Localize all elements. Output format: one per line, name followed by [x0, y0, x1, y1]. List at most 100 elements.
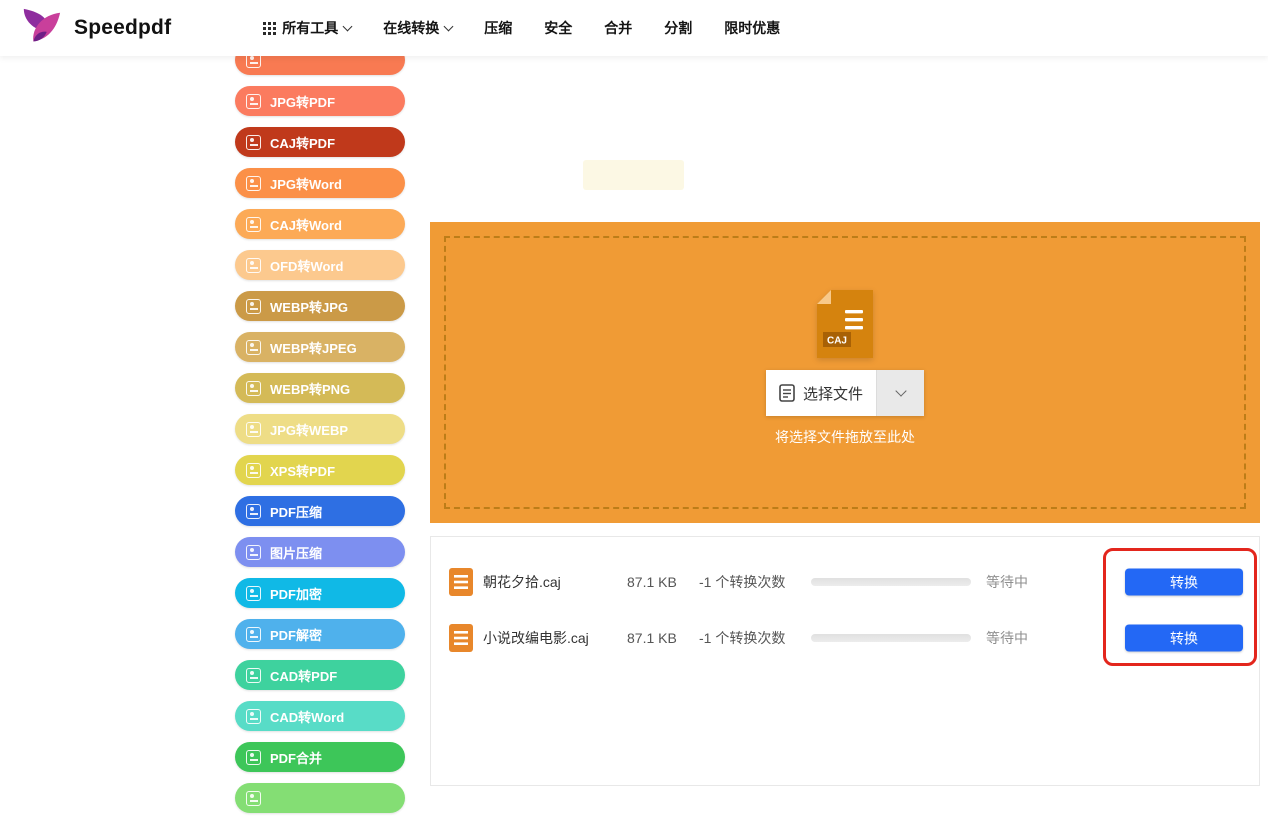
- sidebar-item[interactable]: OFD转Word: [235, 250, 405, 280]
- status-text: 等待中: [986, 572, 1028, 592]
- select-file-label: 选择文件: [803, 383, 863, 404]
- sidebar-item-label: OFD转Word: [270, 256, 343, 275]
- header: Speedpdf 所有工具 在线转换 压缩 安全 合并 分割 限时优惠: [0, 0, 1268, 56]
- file-name: 小说改编电影.caj: [483, 628, 589, 648]
- sidebar-item-label: JPG转Word: [270, 174, 342, 193]
- tool-icon: [246, 217, 261, 232]
- sidebar-item-label: JPG转PDF: [270, 92, 335, 111]
- select-file-button-group: 选择文件: [766, 370, 924, 416]
- sidebar-item-label: CAD转PDF: [270, 666, 337, 685]
- nav-item-label: 合并: [604, 18, 632, 38]
- sidebar-item-label: 图片压缩: [270, 543, 322, 562]
- chevron-down-icon: [895, 385, 906, 396]
- file-row: 朝花夕拾.caj87.1 KB-1 个转换次数等待中转换: [431, 554, 1259, 610]
- file-icon: [449, 624, 473, 652]
- nav-item-label: 在线转换: [383, 18, 439, 38]
- tool-icon: [246, 750, 261, 765]
- tool-icon: [246, 422, 261, 437]
- nav-item-limited-offer[interactable]: 限时优惠: [724, 18, 780, 38]
- tool-icon: [246, 258, 261, 273]
- tool-icon: [246, 381, 261, 396]
- main-nav: 所有工具 在线转换 压缩 安全 合并 分割 限时优惠: [263, 18, 780, 38]
- sidebar-item-label: CAJ转PDF: [270, 133, 335, 152]
- tool-icon: [246, 586, 261, 601]
- caj-file-icon: CAJ: [817, 290, 873, 358]
- sidebar-item-label: XPS转PDF: [270, 461, 335, 480]
- nav-item-security[interactable]: 安全: [544, 18, 572, 38]
- sidebar-item[interactable]: PDF压缩: [235, 496, 405, 526]
- chevron-down-icon: [343, 21, 353, 31]
- file-list-panel: 朝花夕拾.caj87.1 KB-1 个转换次数等待中转换小说改编电影.caj87…: [430, 536, 1260, 786]
- sidebar-item-label: PDF压缩: [270, 502, 322, 521]
- dropzone-hint: 将选择文件拖放至此处: [775, 427, 915, 447]
- progress-bar: [811, 634, 971, 642]
- tool-icon: [246, 340, 261, 355]
- nav-item-label: 压缩: [484, 18, 512, 38]
- document-icon: [779, 384, 795, 402]
- tool-icon: [246, 135, 261, 150]
- nav-item-label: 安全: [544, 18, 572, 38]
- select-file-dropdown-toggle[interactable]: [876, 370, 924, 416]
- tool-icon: [246, 94, 261, 109]
- dropzone-dashed-area: CAJ 选择文件 将选择文件拖放至此处: [444, 236, 1246, 509]
- tool-icon: [246, 504, 261, 519]
- sidebar-item[interactable]: PDF合并: [235, 742, 405, 772]
- nav-item-label: 分割: [664, 18, 692, 38]
- tool-icon: [246, 463, 261, 478]
- convert-button[interactable]: 转换: [1125, 569, 1243, 596]
- logo[interactable]: Speedpdf: [18, 7, 171, 49]
- sidebar-item[interactable]: XPS转PDF: [235, 455, 405, 485]
- conversion-credits: -1 个转换次数: [699, 628, 785, 648]
- sidebar-item[interactable]: JPG转PDF: [235, 86, 405, 116]
- sidebar-item-label: WEBP转PNG: [270, 379, 350, 398]
- tool-icon: [246, 668, 261, 683]
- file-size: 87.1 KB: [627, 574, 677, 590]
- status-text: 等待中: [986, 628, 1028, 648]
- nav-item-split[interactable]: 分割: [664, 18, 692, 38]
- sidebar-item[interactable]: JPG转WEBP: [235, 414, 405, 444]
- nav-item-online-convert[interactable]: 在线转换: [383, 18, 452, 38]
- sidebar-item[interactable]: WEBP转JPEG: [235, 332, 405, 362]
- grid-icon: [263, 22, 276, 35]
- sidebar-item-label: WEBP转JPEG: [270, 338, 357, 357]
- tool-icon: [246, 627, 261, 642]
- sidebar-item[interactable]: PDF加密: [235, 578, 405, 608]
- sidebar-item[interactable]: CAJ转PDF: [235, 127, 405, 157]
- select-file-button[interactable]: 选择文件: [766, 370, 876, 416]
- faded-highlight: [583, 160, 684, 190]
- sidebar-item[interactable]: CAD转Word: [235, 701, 405, 731]
- sidebar-item-label: PDF合并: [270, 748, 322, 767]
- convert-button[interactable]: 转换: [1125, 625, 1243, 652]
- file-row: 小说改编电影.caj 87.1 KB -1 个转换次数 等待中 转换: [431, 610, 1259, 666]
- nav-item-compress[interactable]: 压缩: [484, 18, 512, 38]
- nav-item-label: 限时优惠: [724, 18, 780, 38]
- file-name: 朝花夕拾.caj: [483, 572, 561, 592]
- sidebar-item[interactable]: CAJ转Word: [235, 209, 405, 239]
- sidebar-item[interactable]: 图片压缩: [235, 537, 405, 567]
- sidebar-item[interactable]: [235, 783, 405, 813]
- tool-icon: [246, 545, 261, 560]
- sidebar-item-label: WEBP转JPG: [270, 297, 348, 316]
- nav-item-label: 所有工具: [282, 18, 338, 38]
- sidebar-item-label: PDF解密: [270, 625, 322, 644]
- file-icon: [449, 568, 473, 596]
- sidebar-item[interactable]: WEBP转JPG: [235, 291, 405, 321]
- nav-item-all-tools[interactable]: 所有工具: [263, 18, 351, 38]
- sidebar-item[interactable]: JPG转Word: [235, 168, 405, 198]
- sidebar-item[interactable]: WEBP转PNG: [235, 373, 405, 403]
- tool-icon: [246, 791, 261, 806]
- sidebar: JPG转PDF CAJ转PDF JPG转Word CAJ转Word OFD转Word WE…: [235, 45, 405, 824]
- logo-text: Speedpdf: [74, 16, 171, 40]
- sidebar-item[interactable]: PDF解密: [235, 619, 405, 649]
- tool-icon: [246, 299, 261, 314]
- sidebar-item-label: CAJ转Word: [270, 215, 342, 234]
- chevron-down-icon: [444, 21, 454, 31]
- caj-badge-label: CAJ: [827, 336, 847, 347]
- nav-item-merge[interactable]: 合并: [604, 18, 632, 38]
- sidebar-item[interactable]: CAD转PDF: [235, 660, 405, 690]
- upload-dropzone[interactable]: CAJ 选择文件 将选择文件拖放至此处: [430, 222, 1260, 523]
- progress-bar: [811, 578, 971, 586]
- logo-icon: [18, 7, 64, 49]
- tool-icon: [246, 709, 261, 724]
- file-size: 87.1 KB: [627, 630, 677, 646]
